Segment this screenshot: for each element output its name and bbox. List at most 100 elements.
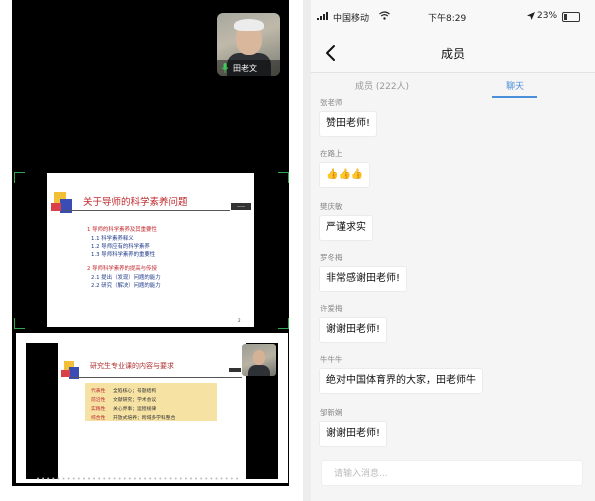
progress-dot: [149, 477, 152, 480]
slide-line: 1.3 导师科学素养的重要性: [91, 252, 156, 258]
slide-line: 1.2 导师应有的科学素养: [91, 244, 150, 250]
presentation-slide: 关于导师的科学素养问题 —— 1 导师的科学素养及其重要性 1.1 科学素养释义…: [47, 173, 254, 327]
slide-tag: ——: [231, 203, 251, 210]
slide-row: 代表性 全陷核心；号题结构: [91, 389, 157, 394]
progress-dot: [200, 477, 203, 480]
progress-dot: [88, 477, 90, 480]
progress-dot: [128, 477, 131, 480]
message-bubble[interactable]: 非常感谢田老师!: [319, 266, 408, 292]
progress-dot: [62, 477, 65, 480]
slide-page-number: 2: [238, 318, 241, 323]
slide-row: 综合性 开放式培养；跨域多学科整合: [91, 416, 176, 421]
frame-corner: [14, 318, 25, 329]
tab-members[interactable]: 成员 (222人): [355, 79, 409, 92]
location-arrow-icon: [527, 12, 535, 20]
tab-chat[interactable]: 聊天: [506, 79, 524, 92]
progress-dot: [205, 477, 208, 480]
slide-line: 1 导师的科学素养及其重要性: [87, 227, 157, 233]
progress-dot: [57, 477, 60, 480]
progress-dot: [72, 477, 75, 480]
nav-bar: 成员: [311, 34, 595, 73]
frame-corner: [14, 172, 25, 183]
message-sender: 在路上: [320, 149, 343, 158]
message-bubble[interactable]: 谢谢田老师!: [319, 317, 388, 343]
frame-corner: [278, 318, 289, 329]
progress-dot: [235, 477, 238, 480]
status-time: 下午8:29: [428, 14, 467, 24]
message-sender: 张老师: [320, 98, 343, 107]
progress-dot: [93, 477, 96, 480]
progress-dot: [139, 477, 141, 480]
battery-fill: [564, 14, 567, 20]
slide-line: 2.1 提出（发现）问题的能力: [91, 275, 161, 281]
progress-dot: [154, 477, 157, 480]
message-sender: 罗冬梅: [320, 253, 343, 262]
carrier-name: 中国移动: [333, 14, 370, 24]
progress-dot: [225, 477, 228, 480]
letterbox-left: [26, 343, 58, 479]
participant-hair: [234, 19, 264, 31]
message-sender: 樊庆敏: [320, 202, 343, 211]
progress-dot: [133, 477, 136, 480]
participant-name: 田老文: [233, 64, 257, 73]
participant-video-thumbnail[interactable]: 田老文: [217, 13, 280, 76]
presenter-body: [248, 365, 270, 376]
progress-dot: [195, 477, 198, 480]
page-title: 成员: [440, 47, 465, 61]
progress-dot: [103, 477, 106, 480]
battery-percent: 23%: [537, 11, 558, 21]
meeting-video-panel: 田老文 关于导师的科学素养问题 —— 1 导师的科学素养及其重要性 1.1 科学…: [0, 0, 295, 501]
battery-icon: [562, 12, 580, 22]
camera-label: [229, 368, 241, 372]
progress-dot: [179, 477, 182, 480]
progress-dot: [210, 477, 213, 480]
message-bubble[interactable]: 绝对中国体育界的大家，田老师牛: [319, 368, 483, 394]
slide-progress-dots: [37, 477, 238, 480]
message-bubble[interactable]: 👍👍👍: [319, 162, 371, 188]
progress-dot: [220, 477, 223, 480]
progress-dot: [98, 477, 101, 480]
progress-dot: [144, 477, 147, 480]
progress-dot: [164, 477, 167, 480]
progress-dot: [159, 477, 162, 480]
presentation-slide-secondary: 研究生专业课的内容与要求 代表性 全陷核心；号题结构 前沿性 文献研究；学术会议 实…: [58, 343, 246, 479]
microphone-icon: [221, 63, 229, 73]
slide-title: 研究生专业课的内容与要求: [90, 362, 174, 370]
tab-bar: 成员 (222人) 聊天: [311, 73, 595, 99]
message-bubble[interactable]: 赞田老师!: [319, 111, 378, 137]
progress-dot: [52, 477, 55, 480]
message-bubble[interactable]: 谢谢田老师!: [319, 421, 388, 447]
progress-dot: [47, 477, 50, 480]
status-bar: 中国移动 下午8:29 23%: [311, 0, 595, 34]
progress-dot: [108, 477, 111, 480]
progress-dot: [123, 477, 126, 480]
slide-line: 1.1 科学素养释义: [91, 236, 134, 242]
message-input[interactable]: [332, 462, 576, 486]
message-sender: 邹新娴: [320, 408, 343, 417]
progress-dot: [37, 477, 39, 480]
progress-dot: [174, 477, 177, 480]
panel-divider: [303, 0, 311, 501]
frame-corner: [278, 172, 289, 183]
chat-panel: 中国移动 下午8:29 23% 成员 成员 (222人) 聊天 张老师 赞田老师…: [311, 0, 595, 501]
message-bubble[interactable]: 严谨求实: [319, 215, 373, 241]
presenter-face: [253, 350, 265, 365]
wifi-icon: [379, 11, 390, 20]
slide-row: 前沿性 文献研究；学术会议: [91, 398, 157, 403]
progress-dot: [190, 477, 192, 480]
progress-dot: [67, 477, 70, 480]
slide-decoration: [61, 370, 70, 377]
signal-icon: [317, 12, 328, 20]
progress-dot: [215, 477, 218, 480]
slide-divider: [72, 377, 242, 378]
slide-divider: [65, 210, 230, 211]
progress-dot: [113, 477, 116, 480]
progress-dot: [77, 477, 80, 480]
active-tab-indicator: [492, 96, 537, 98]
progress-dot: [118, 477, 121, 480]
progress-dot: [169, 477, 172, 480]
slide-line: 2 导师科学素养的提高与传授: [87, 266, 157, 272]
message-input-bar: [321, 460, 583, 486]
slide-title: 关于导师的科学素养问题: [83, 197, 188, 208]
presenter-camera-thumbnail[interactable]: [242, 344, 276, 376]
